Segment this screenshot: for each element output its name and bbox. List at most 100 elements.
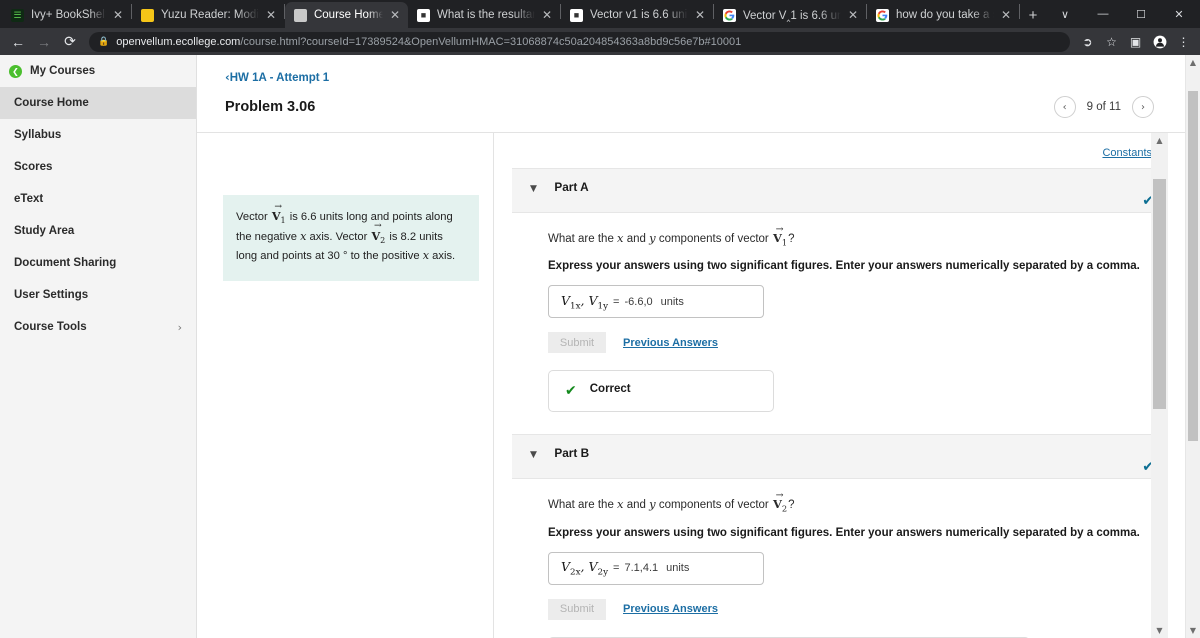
scroll-down-arrow-icon[interactable]: ▼ (1186, 623, 1200, 638)
tab-title: Course Home (313, 9, 383, 21)
tab-close-icon[interactable]: ✕ (113, 9, 125, 21)
part-b-previous-answers-link[interactable]: Previous Answers (623, 603, 718, 615)
new-tab-button[interactable]: + (1020, 2, 1046, 28)
inner-scrollbar[interactable]: ▲ ▼ (1151, 133, 1168, 638)
constants-link[interactable]: Constants (1102, 147, 1152, 159)
browser-tab-2-active[interactable]: Course Home ✕ (284, 2, 408, 28)
sidebar-item-syllabus[interactable]: Syllabus (0, 119, 196, 151)
tab-title: Ivy+ BookShelf (31, 9, 106, 21)
sidebar-item-label: My Courses (30, 65, 96, 77)
vector-v1-symbol: V1 (772, 224, 788, 247)
equals-sign: = (613, 562, 620, 575)
sidebar-item-label: Scores (14, 161, 53, 173)
scroll-up-arrow-icon[interactable]: ▲ (1151, 133, 1168, 148)
star-icon[interactable]: ☆ (1101, 31, 1122, 52)
pager-count: 9 of 11 (1086, 101, 1121, 113)
part-b-instruction: Express your answers using two significa… (548, 526, 1140, 539)
browser-tab-6[interactable]: how do you take a sc ✕ (867, 2, 1019, 28)
sidebar-item-etext[interactable]: eText (0, 183, 196, 215)
problem-pager: ‹ 9 of 11 › (1053, 96, 1200, 118)
breadcrumb[interactable]: ‹HW 1A - Attempt 1 (197, 55, 1200, 84)
next-problem-button[interactable]: › (1132, 96, 1154, 118)
tab-close-icon[interactable]: ✕ (848, 9, 860, 21)
browser-tab-0[interactable]: ☰ Ivy+ BookShelf ✕ (2, 2, 131, 28)
part-a-header[interactable]: ▼ Part A ✔ (512, 168, 1168, 213)
course-sidebar: ❮ My Courses Course Home Syllabus Scores… (0, 55, 197, 638)
problem-statement: Vector V1 is 6.6 units long and points a… (223, 195, 479, 281)
back-icon[interactable]: ← (6, 31, 30, 53)
address-bar[interactable]: 🔒 openvellum.ecollege.com/course.html?co… (89, 31, 1070, 52)
tab-title: Vector v1 is 6.6 units l (590, 9, 688, 21)
minimize-button[interactable]: — (1084, 0, 1122, 28)
chevron-down-icon[interactable]: ∨ (1046, 0, 1084, 28)
sidebar-item-label: Document Sharing (14, 257, 117, 269)
prev-problem-button[interactable]: ‹ (1053, 96, 1076, 118)
statement-seg-1: Vector (236, 211, 271, 223)
tab-close-icon[interactable]: ✕ (695, 9, 707, 21)
tab-close-icon[interactable]: ✕ (390, 9, 402, 21)
sidebar-item-my-courses[interactable]: ❮ My Courses (0, 55, 196, 87)
course-content: ‹HW 1A - Attempt 1 Problem 3.06 ‹ 9 of 1… (197, 55, 1200, 638)
scroll-down-arrow-icon[interactable]: ▼ (1151, 623, 1168, 638)
maximize-button[interactable]: ☐ (1122, 0, 1160, 28)
profile-icon[interactable] (1149, 31, 1170, 52)
breadcrumb-link[interactable]: ‹HW 1A - Attempt 1 (225, 70, 329, 84)
sidebar-item-study-area[interactable]: Study Area (0, 215, 196, 247)
browser-tab-5[interactable]: Vector V‸1 is 6.6 units ✕ (714, 2, 866, 28)
chevron-down-icon[interactable]: ▼ (530, 450, 537, 460)
chevron-down-icon[interactable]: ▼ (530, 184, 537, 194)
part-b: ▼ Part B ✔ What are the x and y componen… (512, 434, 1168, 638)
browser-tab-1[interactable]: Yuzu Reader: Modified ✕ (132, 2, 284, 28)
part-a-body: What are the x and y components of vecto… (512, 213, 1168, 434)
sidebar-item-label: Study Area (14, 225, 75, 237)
toolbar-icons: ➲ ☆ ▣ ⋮ (1077, 31, 1194, 52)
page-viewport: ❮ My Courses Course Home Syllabus Scores… (0, 55, 1200, 638)
back-circle-icon: ❮ (9, 64, 22, 78)
tab-title: Yuzu Reader: Modified (160, 9, 259, 21)
sidebar-item-label: eText (14, 193, 44, 205)
tab-close-icon[interactable]: ✕ (266, 9, 278, 21)
part-b-question: What are the x and y components of vecto… (548, 491, 1168, 514)
google-icon (723, 8, 736, 22)
inner-scrollbar-thumb[interactable] (1153, 179, 1166, 409)
equals-sign: = (613, 295, 620, 308)
close-window-button[interactable]: ✕ (1160, 0, 1198, 28)
doc-icon: ■ (570, 8, 583, 22)
window-controls: ∨ — ☐ ✕ (1046, 0, 1200, 28)
vector-v2-symbol: V2 (772, 491, 788, 514)
page-scrollbar[interactable]: ▲ ▼ (1185, 55, 1200, 638)
url-domain: openvellum.ecollege.com (116, 35, 241, 48)
part-a-feedback: ✔ Correct (548, 370, 774, 413)
tab-close-icon[interactable]: ✕ (1001, 9, 1013, 21)
part-b-answer-input[interactable]: V2x, V2y = 7.1,4.1 units (548, 551, 764, 585)
part-b-header[interactable]: ▼ Part B ✔ (512, 434, 1168, 480)
sidebar-item-user-settings[interactable]: User Settings (0, 279, 196, 311)
part-a-submit-button[interactable]: Submit (548, 332, 606, 354)
answer-pane: Constants ▼ Part A ✔ What are the x and … (494, 133, 1200, 638)
part-b-submit-button[interactable]: Submit (548, 598, 606, 620)
sidepanel-icon[interactable]: ▣ (1125, 31, 1146, 52)
sidebar-item-document-sharing[interactable]: Document Sharing (0, 247, 196, 279)
sidebar-item-course-tools[interactable]: Course Tools › (0, 311, 196, 343)
kebab-menu-icon[interactable]: ⋮ (1173, 31, 1194, 52)
part-a-previous-answers-link[interactable]: Previous Answers (623, 337, 718, 349)
vector-v1-symbol: V1 (271, 202, 287, 228)
tab-close-icon[interactable]: ✕ (542, 9, 554, 21)
tab-title: how do you take a sc (896, 9, 994, 21)
tab-title: Vector V‸1 is 6.6 units (743, 10, 841, 22)
reload-icon[interactable]: ⟳ (58, 31, 82, 53)
browser-tab-4[interactable]: ■ Vector v1 is 6.6 units l ✕ (561, 2, 713, 28)
page-scrollbar-thumb[interactable] (1188, 91, 1198, 441)
sidebar-item-course-home[interactable]: Course Home (0, 87, 196, 119)
browser-tab-3[interactable]: ■ What is the resultant v ✕ (408, 2, 560, 28)
forward-icon[interactable]: → (32, 31, 56, 53)
sidebar-item-scores[interactable]: Scores (0, 151, 196, 183)
part-b-answer-unit: units (666, 562, 690, 575)
part-a-instruction: Express your answers using two significa… (548, 260, 1140, 273)
sidebar-item-label: Course Home (14, 97, 89, 109)
tab-title: What is the resultant v (437, 9, 535, 21)
scroll-up-arrow-icon[interactable]: ▲ (1186, 55, 1200, 70)
share-icon[interactable]: ➲ (1077, 31, 1098, 52)
part-a-answer-input[interactable]: V1x, V1y = -6.6,0 units (548, 285, 764, 319)
tab-strip: ☰ Ivy+ BookShelf ✕ Yuzu Reader: Modified… (0, 0, 1200, 28)
